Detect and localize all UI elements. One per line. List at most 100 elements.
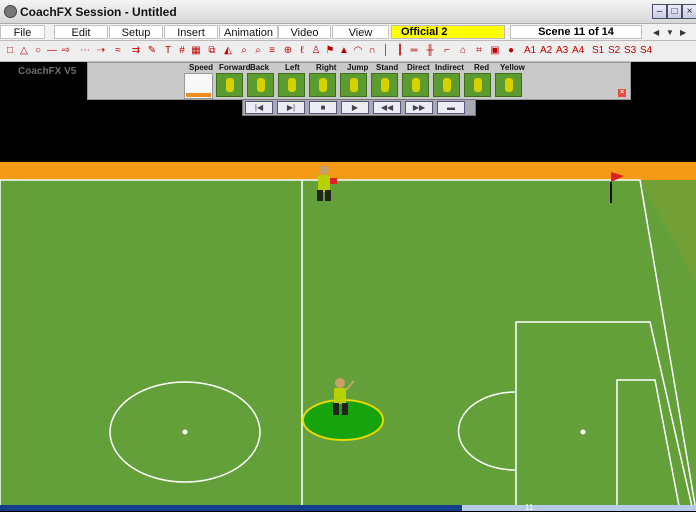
pencil-icon[interactable]: ✎ [146, 44, 158, 58]
gate-icon[interactable]: ╫ [424, 44, 436, 58]
grid-icon[interactable]: # [176, 44, 188, 58]
goal-icon[interactable]: ⌂ [457, 44, 469, 58]
arrow-right-icon[interactable]: ▶ [680, 28, 686, 37]
playback-controls: |◀ ▶| ■ ▶ ◀◀ ▶▶ ▬ [242, 99, 476, 116]
cone-marker-icon[interactable]: ▲ [338, 44, 350, 58]
circle-icon[interactable]: ○ [32, 44, 44, 58]
next-frame-button[interactable]: ▶| [277, 101, 305, 114]
arch-icon[interactable]: ∩ [366, 44, 378, 58]
penalty-spot [580, 429, 586, 435]
net-icon[interactable]: ⌗ [473, 44, 485, 58]
board-icon[interactable]: ▣ [489, 44, 501, 58]
arrow-left-icon[interactable]: ◀ [653, 28, 659, 37]
target-icon[interactable]: ⊕ [282, 44, 294, 58]
window-title: CoachFX Session - Untitled [20, 5, 177, 19]
scene-indicator: Scene 11 of 14 [510, 25, 642, 39]
ladder-icon[interactable]: ≡ [266, 44, 278, 58]
fast-forward-button[interactable]: ▶▶ [405, 101, 433, 114]
back-label: Back [250, 63, 270, 72]
a3-icon[interactable]: A3 [556, 44, 568, 58]
speed-label: Speed [189, 63, 214, 72]
jump-action-button[interactable] [340, 73, 367, 97]
stand-action-button[interactable] [371, 73, 398, 97]
menu-file[interactable]: File [0, 25, 45, 39]
copy-icon[interactable]: ⧉ [206, 44, 218, 58]
indirect-action-button[interactable] [433, 73, 460, 97]
s3-icon[interactable]: S3 [624, 44, 636, 58]
right-label: Right [316, 63, 337, 72]
ball-icon[interactable]: ● [505, 44, 517, 58]
left-label: Left [285, 63, 300, 72]
zoom-in-icon[interactable]: ⌕ [238, 44, 250, 58]
pitch-canvas[interactable] [0, 62, 696, 511]
menu-view[interactable]: View [332, 25, 389, 39]
arrow-down-icon[interactable]: ▼ [666, 28, 674, 37]
film-button[interactable]: ▬ [437, 101, 465, 114]
right-action-button[interactable] [309, 73, 336, 97]
drawing-toolbar: □ △ ○ — ⇨ ⋯ ⇢ ≈ ⇉ ✎ T # ▦ ⧉ ◭ ⌕ ⌕ ≡ ⊕ ℓ … [0, 41, 696, 62]
app-icon [4, 5, 17, 18]
jump-label: Jump [347, 63, 369, 72]
close-button[interactable]: × [682, 4, 696, 19]
text-icon[interactable]: T [162, 44, 174, 58]
s1-icon[interactable]: S1 [592, 44, 604, 58]
a2-icon[interactable]: A2 [540, 44, 552, 58]
back-action-button[interactable] [247, 73, 274, 97]
menu-bar: File Edit Setup Insert Animation Video V… [0, 24, 696, 67]
square-icon[interactable]: □ [4, 44, 16, 58]
hurdle-icon[interactable]: ═ [408, 44, 420, 58]
triangle-icon[interactable]: △ [18, 44, 30, 58]
bench-icon[interactable]: ⌐ [441, 44, 453, 58]
version-label: CoachFX V5 [18, 66, 77, 77]
a1-icon[interactable]: A1 [524, 44, 536, 58]
rewind-button[interactable]: ◀◀ [373, 101, 401, 114]
pole-icon[interactable]: │ [380, 44, 392, 58]
cone-icon[interactable]: ◭ [222, 44, 234, 58]
menu-insert[interactable]: Insert [164, 25, 218, 39]
yellow-action-button[interactable] [495, 73, 522, 97]
dashed-arrow-icon[interactable]: ⇢ [95, 44, 107, 58]
stop-button[interactable]: ■ [309, 101, 337, 114]
wave-arrow-icon[interactable]: ≈ [112, 44, 124, 58]
bar-icon[interactable]: ┃ [394, 44, 406, 58]
center-spot [182, 429, 188, 435]
direct-action-button[interactable] [402, 73, 429, 97]
direct-label: Direct [407, 63, 430, 72]
pitch-grass [0, 180, 696, 511]
red-action-button[interactable] [464, 73, 491, 97]
menu-edit[interactable]: Edit [54, 25, 108, 39]
arrow-icon[interactable]: ⇨ [60, 44, 72, 58]
menu-video[interactable]: Video [278, 25, 331, 39]
zoom-out-icon[interactable]: ⌕ [252, 44, 264, 58]
forward-action-button[interactable] [216, 73, 243, 97]
double-arrow-icon[interactable]: ⇉ [130, 44, 142, 58]
indirect-label: Indirect [435, 63, 464, 72]
bottom-progress-track [462, 505, 696, 511]
line-icon[interactable]: — [46, 44, 58, 58]
s2-icon[interactable]: S2 [608, 44, 620, 58]
speed-bar [186, 93, 211, 97]
panel-close-icon[interactable]: × [618, 89, 626, 97]
mound-icon[interactable]: ◠ [352, 44, 364, 58]
menu-animation[interactable]: Animation [219, 25, 278, 39]
s4-icon[interactable]: S4 [640, 44, 652, 58]
menu-setup[interactable]: Setup [109, 25, 163, 39]
maximize-button[interactable]: □ [667, 4, 682, 19]
action-panel: Speed Forward Back Left Right Jump Stand… [87, 62, 631, 100]
field-icon[interactable]: ▦ [190, 44, 202, 58]
rope-icon[interactable]: ℓ [296, 44, 308, 58]
flag-icon[interactable]: ⚑ [324, 44, 336, 58]
a4-icon[interactable]: A4 [572, 44, 584, 58]
minimize-button[interactable]: – [652, 4, 667, 19]
first-frame-button[interactable]: |◀ [245, 101, 273, 114]
official-selector[interactable]: Official 2 [391, 25, 505, 39]
soccer-pitch [0, 62, 696, 511]
left-action-button[interactable] [278, 73, 305, 97]
dotted-arrow-icon[interactable]: ⋯ [79, 44, 91, 58]
play-button[interactable]: ▶ [341, 101, 369, 114]
forward-label: Forward [219, 63, 251, 72]
yellow-label: Yellow [500, 63, 525, 72]
stand-label: Stand [376, 63, 399, 72]
speed-slider[interactable] [184, 73, 213, 99]
player-icon[interactable]: ♙ [310, 44, 322, 58]
